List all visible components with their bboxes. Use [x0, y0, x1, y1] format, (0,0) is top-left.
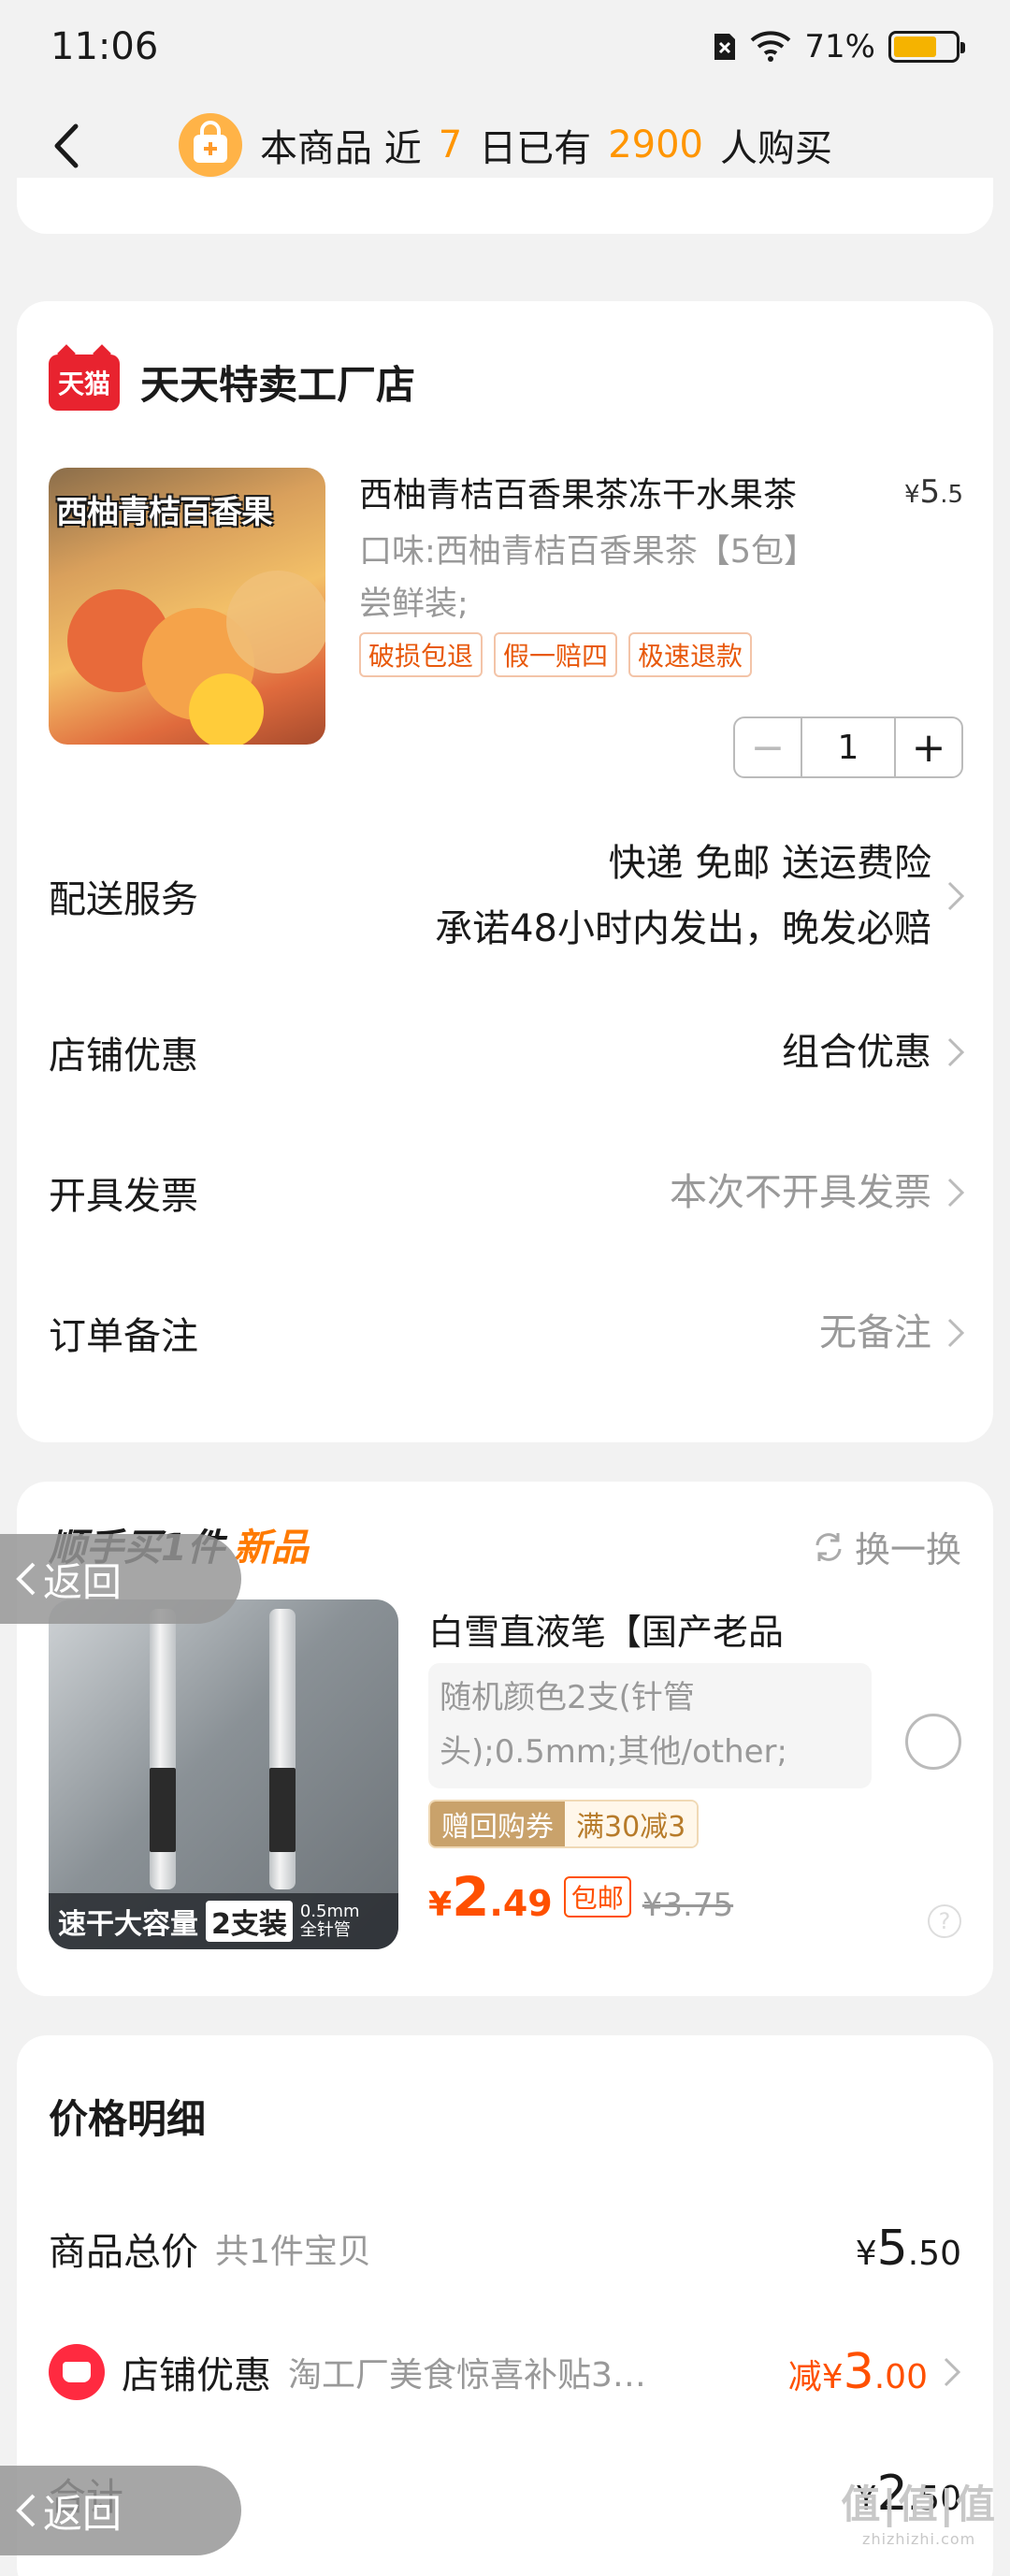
delivery-row[interactable]: 配送服务 快递 免邮 送运费险 承诺48小时内发出，晚发必赔 [49, 831, 965, 962]
shop-discount-detail-label: 店铺优惠 [122, 2354, 271, 2397]
total-amount: ¥5.50 [855, 2221, 961, 2277]
shopping-bag-icon [179, 113, 243, 177]
shop-order-card: 天猫 天天特卖工厂店 西柚青桔百香果 西柚青桔百香果茶冻干水果茶 ¥5.5 口味… [17, 301, 993, 1442]
quantity-value[interactable]: 1 [802, 718, 894, 776]
price-detail-title: 价格明细 [49, 2096, 207, 2142]
increase-button[interactable]: + [894, 718, 961, 776]
help-icon[interactable]: ? [928, 1904, 961, 1938]
addon-select-radio[interactable] [905, 1714, 961, 1770]
shop-discount-amount: 减¥3.00 [787, 2344, 928, 2400]
status-time: 11:06 [50, 25, 159, 68]
shop-discount-detail-row[interactable]: 店铺优惠 淘工厂美食惊喜补贴3… 减¥3.00 [49, 2344, 961, 2400]
shop-header[interactable]: 天猫 天天特卖工厂店 [49, 354, 415, 411]
addon-original-price: ¥3.75 [642, 1887, 734, 1924]
service-tags: 破损包退 假一赔四 极速退款 [359, 632, 753, 677]
shop-discount-value: 组合优惠 [782, 1031, 931, 1074]
chevron-left-icon [16, 2494, 36, 2527]
order-note-label: 订单备注 [49, 1315, 198, 1358]
address-card-bottom [17, 178, 993, 234]
addon-price: ¥2.49 [428, 1865, 553, 1929]
delivery-label: 配送服务 [49, 878, 198, 921]
chevron-right-icon [947, 1318, 965, 1348]
total-label: 商品总价 [49, 2231, 198, 2274]
purchase-stat: 本商品 近 7 日已有 2900 人购买 [178, 112, 832, 178]
shop-discount-row[interactable]: 店铺优惠 组合优惠 [49, 1020, 965, 1085]
swap-button[interactable]: 换一换 [810, 1521, 961, 1572]
stat-count: 2900 [608, 123, 703, 166]
stat-suffix: 人购买 [719, 127, 832, 170]
addon-name[interactable]: 白雪直液笔【国产老品 [428, 1603, 784, 1655]
addon-spec[interactable]: 随机颜色2支(针管头);0.5mm;其他/other; [428, 1663, 872, 1788]
refresh-icon [815, 1532, 842, 1561]
floating-back-button[interactable]: 返回 [0, 1534, 241, 1624]
shop-icon [49, 2344, 105, 2400]
invoice-label: 开具发票 [49, 1175, 198, 1218]
sim-icon [714, 34, 736, 60]
watermark: 值|值|值 zhizhizhi.com [841, 2482, 997, 2548]
addon-image-banner: 速干大容量 2支装 0.5mm 全针管 [49, 1893, 398, 1949]
product-image[interactable]: 西柚青桔百香果 [49, 468, 325, 745]
addon-price-row: ¥2.49 包邮 ¥3.75 [428, 1865, 733, 1929]
total-item-count: 共1件宝贝 [215, 2233, 371, 2271]
product-title[interactable]: 西柚青桔百香果茶冻干水果茶 [359, 468, 864, 516]
decrease-button[interactable]: − [735, 718, 802, 776]
total-price-row: 商品总价 共1件宝贝 ¥5.50 [49, 2221, 961, 2277]
back-arrow-icon [54, 123, 79, 168]
chevron-right-icon [944, 2357, 961, 2387]
battery-icon [888, 31, 965, 63]
stat-prefix: 本商品 近 [260, 127, 422, 170]
invoice-value: 本次不开具发票 [670, 1171, 931, 1214]
shop-discount-label: 店铺优惠 [49, 1035, 198, 1078]
order-note-row[interactable]: 订单备注 无备注 [49, 1300, 965, 1366]
chevron-left-icon [16, 1562, 36, 1596]
battery-percent: 71% [804, 28, 875, 65]
floating-back-button[interactable]: 返回 [0, 2466, 241, 2555]
tag-fast-refund: 极速退款 [628, 632, 753, 677]
delivery-value: 快递 免邮 送运费险 承诺48小时内发出，晚发必赔 [435, 842, 931, 950]
tag-fake-compensation: 假一赔四 [494, 632, 618, 677]
addon-product-image[interactable]: 速干大容量 2支装 0.5mm 全针管 [49, 1599, 398, 1949]
free-shipping-badge: 包邮 [563, 1876, 631, 1918]
stat-middle: 日已有 [479, 127, 592, 170]
product-image-title: 西柚青桔百香果 [56, 494, 273, 531]
quantity-stepper: − 1 + [733, 716, 963, 778]
product-price: ¥5.5 [904, 473, 963, 511]
shop-name: 天天特卖工厂店 [140, 362, 416, 408]
return-coupon-badge: 赠回购券 满30减3 [428, 1800, 700, 1848]
status-icons: 71% [713, 28, 965, 65]
order-note-value: 无备注 [819, 1311, 931, 1354]
invoice-row[interactable]: 开具发票 本次不开具发票 [49, 1160, 965, 1225]
wifi-icon [751, 31, 791, 62]
chevron-right-icon [947, 881, 965, 911]
status-bar: 11:06 71% [0, 0, 1010, 94]
chevron-right-icon [947, 1178, 965, 1208]
chevron-right-icon [947, 1037, 965, 1067]
tmall-logo-icon: 天猫 [49, 354, 120, 411]
tag-damage-refund: 破损包退 [359, 632, 483, 677]
new-badge: 新品 [233, 1527, 309, 1570]
product-spec[interactable]: 口味:西柚青桔百香果茶【5包】尝鲜装; [359, 526, 836, 630]
back-button[interactable] [37, 118, 94, 174]
stat-days: 7 [438, 123, 463, 166]
shop-discount-detail-desc: 淘工厂美食惊喜补贴3… [288, 2356, 646, 2395]
